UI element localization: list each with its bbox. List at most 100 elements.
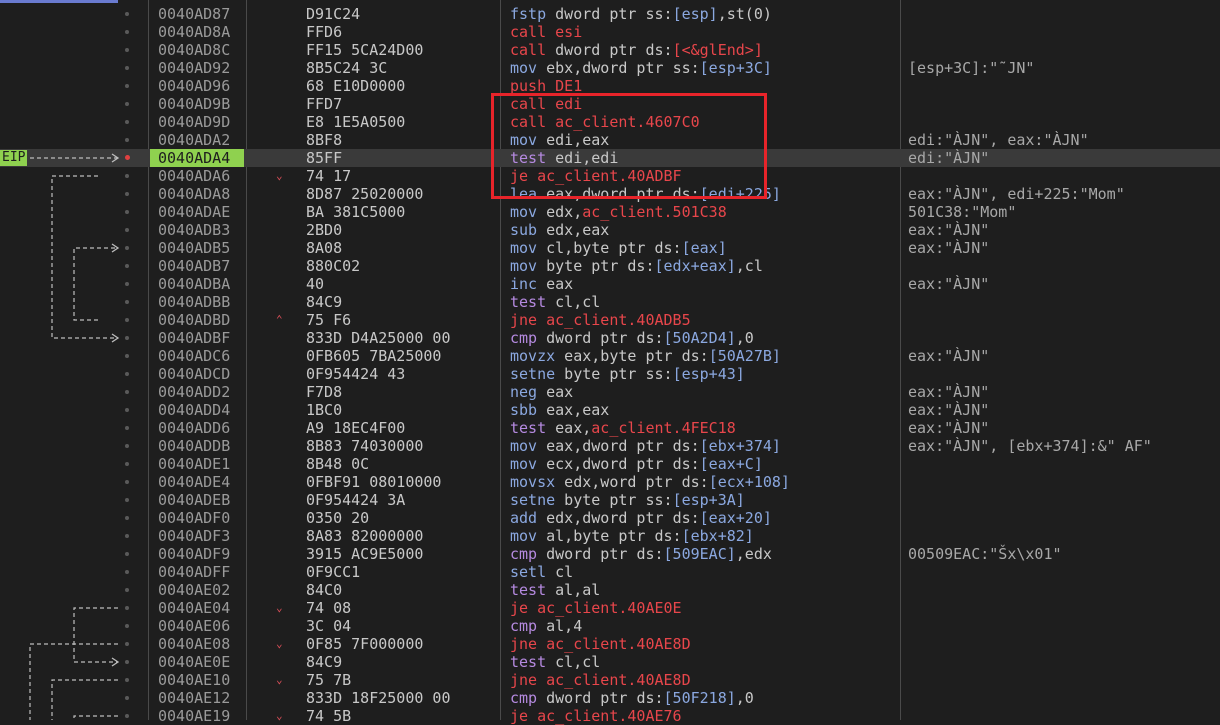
row-comment: eax:"ÀJN": [908, 221, 990, 239]
disasm-row[interactable]: 0040AD92 8B5C24 3C mov ebx,dword ptr ss:[e…: [0, 59, 1220, 77]
row-bytes: 84C9: [306, 293, 343, 311]
row-address: 0040AE08: [158, 635, 231, 653]
row-instruction: neg eax: [510, 383, 573, 401]
disasm-row[interactable]: 0040AE08 ⌄ 0F85 7F000000 jne ac_client.40AE…: [0, 635, 1220, 653]
disasm-row[interactable]: 0040AD87 D91C24 fstp dword ptr ss:[esp],st…: [0, 5, 1220, 23]
row-comment: eax:"ÀJN": [908, 383, 990, 401]
instruction-token: edx,dword ptr: [537, 509, 673, 527]
row-instruction: movsx edx,word ptr ds:[ecx+108]: [510, 473, 790, 491]
row-comment: edi:"ÀJN", eax:"ÀJN": [908, 131, 1089, 149]
row-bytes: FFD6: [306, 23, 343, 41]
row-bytes: 8A83 82000000: [306, 527, 424, 545]
row-instruction: jne ac_client.40ADB5: [510, 311, 691, 329]
row-instruction: mov edx,ac_client.501C38: [510, 203, 727, 221]
disasm-row[interactable]: 0040AE19 ⌄ 74 5B je ac_client.40AE76: [0, 707, 1220, 725]
row-instruction: test cl,cl: [510, 293, 600, 311]
instruction-token: cmp: [510, 617, 538, 635]
disasm-row[interactable]: 0040ADEB 0F954424 3A setne byte ptr ss:[es…: [0, 491, 1220, 509]
row-instruction: mov al,byte ptr ds:[ebx+82]: [510, 527, 754, 545]
row-comment: 00509EAC:"Šx\x01": [908, 545, 1062, 563]
instruction-token: test: [510, 653, 547, 671]
disasm-row[interactable]: 0040AD8A FFD6 call esi: [0, 23, 1220, 41]
instruction-token: ds:: [636, 329, 664, 347]
instruction-token: esi: [546, 23, 583, 41]
row-address: 0040ADD2: [158, 383, 231, 401]
row-instruction: cmp dword ptr ds:[50A2D4],0: [510, 329, 754, 347]
disasm-row[interactable]: 0040ADB7 880C02 mov byte ptr ds:[edx+eax],…: [0, 257, 1220, 275]
disasm-row[interactable]: 0040ADF3 8A83 82000000 mov al,byte ptr ds:…: [0, 527, 1220, 545]
instruction-token: mov: [510, 455, 538, 473]
instruction-token: al,al: [546, 581, 601, 599]
disasm-row[interactable]: 0040ADBD ⌃ 75 F6 jne ac_client.40ADB5: [0, 311, 1220, 329]
instruction-token: ac_client.40AE8D: [537, 635, 691, 653]
disasm-row[interactable]: 0040ADD4 1BC0 sbb eax,eax eax:"ÀJN": [0, 401, 1220, 419]
instruction-token: mov: [510, 203, 538, 221]
instruction-token: dword ptr: [546, 5, 646, 23]
instruction-token: ,cl: [735, 257, 763, 275]
instruction-token: [50F218]: [663, 689, 736, 707]
disasm-row[interactable]: 0040ADE4 0FBF91 08010000 movsx edx,word pt…: [0, 473, 1220, 491]
jump-down-icon: ⌄: [276, 601, 283, 614]
instruction-token: [eax+20]: [699, 509, 772, 527]
disasm-row[interactable]: 0040ADC6 0FB605 7BA25000 movzx eax,byte pt…: [0, 347, 1220, 365]
instruction-token: ds:: [627, 257, 655, 275]
row-address: 0040ADC6: [158, 347, 231, 365]
instruction-token: test: [510, 581, 547, 599]
instruction-token: inc: [510, 275, 538, 293]
instruction-token: eax,dword ptr: [537, 437, 673, 455]
disasm-row[interactable]: 0040ADBF 833D D4A25000 00 cmp dword ptr ds…: [0, 329, 1220, 347]
jump-line-jne-40AE8D-2: [51, 679, 118, 720]
disasm-row[interactable]: 0040AE12 833D 18F25000 00 cmp dword ptr ds…: [0, 689, 1220, 707]
disasm-row[interactable]: 0040ADDB 8B83 74030000 mov eax,dword ptr d…: [0, 437, 1220, 455]
disasm-row[interactable]: 0040ADBB 84C9 test cl,cl: [0, 293, 1220, 311]
row-instruction: setne byte ptr ss:[esp+3A]: [510, 491, 745, 509]
row-address: 0040ADBA: [158, 275, 231, 293]
instruction-token: [edx+eax]: [654, 257, 736, 275]
disasm-row[interactable]: 0040ADB5 8A08 mov cl,byte ptr ds:[eax] eax:…: [0, 239, 1220, 257]
disasm-row[interactable]: 0040ADD6 A9 18EC4F00 test eax,ac_client.4F…: [0, 419, 1220, 437]
row-bytes: 68 E10D0000: [306, 77, 406, 95]
instruction-token: sbb: [510, 401, 538, 419]
instruction-token: [50A2D4]: [663, 329, 736, 347]
disasm-row[interactable]: 0040AE04 ⌄ 74 08 je ac_client.40AE0E: [0, 599, 1220, 617]
instruction-token: [esp+3A]: [672, 491, 745, 509]
disasm-row[interactable]: 0040ADD2 F7D8 neg eax eax:"ÀJN": [0, 383, 1220, 401]
disasm-row[interactable]: 0040ADE1 8B48 0C mov ecx,dword ptr ds:[eax…: [0, 455, 1220, 473]
instruction-token: byte ptr: [555, 491, 646, 509]
disasm-row[interactable]: 0040ADF0 0350 20 add edx,dword ptr ds:[eax…: [0, 509, 1220, 527]
row-address: 0040ADB7: [158, 257, 231, 275]
instruction-token: mov: [510, 257, 538, 275]
disasm-row[interactable]: 0040AD8C FF15 5CA24D00 call dword ptr ds:[…: [0, 41, 1220, 59]
instruction-token: eax,: [546, 419, 592, 437]
instruction-token: ds:: [672, 509, 700, 527]
instruction-token: ac_client.4FEC18: [591, 419, 736, 437]
row-address: 0040AE0E: [158, 653, 231, 671]
row-instruction: call esi: [510, 23, 582, 41]
instruction-token: [eax+C]: [699, 455, 763, 473]
row-instruction: cmp dword ptr ds:[509EAC],edx: [510, 545, 772, 563]
row-address: 0040ADBD: [158, 311, 231, 329]
row-bytes: 0F9CC1: [306, 563, 361, 581]
row-bytes: 75 F6: [306, 311, 352, 329]
disasm-row[interactable]: 0040AE06 3C 04 cmp al,4: [0, 617, 1220, 635]
row-instruction: sub edx,eax: [510, 221, 609, 239]
row-address: 0040AD96: [158, 77, 231, 95]
instruction-token: [esp+43]: [672, 365, 745, 383]
disasm-row[interactable]: 0040ADCD 0F954424 43 setne byte ptr ss:[es…: [0, 365, 1220, 383]
disasm-row[interactable]: 0040AE02 84C0 test al,al: [0, 581, 1220, 599]
disasm-row[interactable]: 0040AE10 ⌄ 75 7B jne ac_client.40AE8D: [0, 671, 1220, 689]
instruction-token: ds:: [654, 239, 682, 257]
disasm-row[interactable]: 0040ADBA 40 inc eax eax:"ÀJN": [0, 275, 1220, 293]
instruction-token: call: [510, 23, 547, 41]
row-bytes: 0F954424 3A: [306, 491, 406, 509]
instruction-token: mov: [510, 239, 538, 257]
row-bytes: 1BC0: [306, 401, 343, 419]
disasm-row[interactable]: 0040ADFF 0F9CC1 setl cl: [0, 563, 1220, 581]
instruction-token: jne: [510, 635, 538, 653]
instruction-token: movzx: [510, 347, 556, 365]
instruction-token: ,0: [735, 329, 754, 347]
disasm-row[interactable]: 0040ADB3 2BD0 sub edx,eax eax:"ÀJN": [0, 221, 1220, 239]
disasm-row[interactable]: 0040AE0E 84C9 test cl,cl: [0, 653, 1220, 671]
disasm-row[interactable]: 0040ADF9 3915 AC9E5000 cmp dword ptr ds:[5…: [0, 545, 1220, 563]
disasm-row[interactable]: 0040ADAE BA 381C5000 mov edx,ac_client.501…: [0, 203, 1220, 221]
